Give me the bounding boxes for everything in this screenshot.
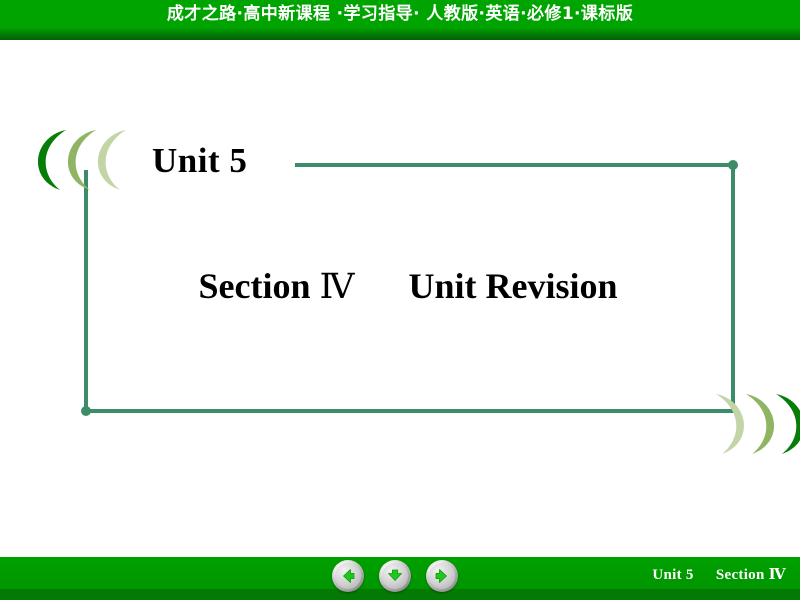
frame-corner-dot-bottom-left — [81, 406, 91, 416]
next-slide-button[interactable] — [426, 560, 458, 592]
frame-right-line — [731, 163, 735, 413]
frame-corner-dot-top-right — [728, 160, 738, 170]
footer-section-roman: Ⅳ — [768, 567, 786, 583]
header-bar: 成才之路·高中新课程 ·学习指导· 人教版·英语·必修1·课标版 — [0, 0, 800, 40]
frame-top-line — [295, 163, 735, 167]
left-chevron-cluster-icon — [34, 128, 154, 192]
next-section-button[interactable] — [379, 560, 411, 592]
slide-title-roman-numeral: Ⅳ — [319, 267, 355, 306]
frame-bottom-line — [84, 409, 735, 413]
footer-navigation — [328, 557, 462, 595]
slide-title-section: Section — [198, 266, 311, 306]
arrow-right-icon — [435, 569, 447, 583]
footer-section-label: Section — [715, 567, 765, 583]
slide-title-main: Unit Revision — [408, 266, 618, 306]
unit-label: Unit 5 — [152, 141, 248, 180]
header-title: 成才之路·高中新课程 ·学习指导· 人教版·英语·必修1·课标版 — [166, 4, 634, 24]
footer-unit-label: Unit 5 — [652, 567, 694, 583]
footer-breadcrumb: Unit 5 Section Ⅳ — [652, 565, 786, 584]
right-chevron-cluster-icon — [688, 392, 800, 456]
slide-title: Section Ⅳ Unit Revision — [88, 265, 728, 307]
arrow-left-icon — [343, 569, 355, 583]
arrow-down-icon — [388, 569, 402, 581]
previous-slide-button[interactable] — [332, 560, 364, 592]
header-band-gradient — [0, 27, 800, 40]
